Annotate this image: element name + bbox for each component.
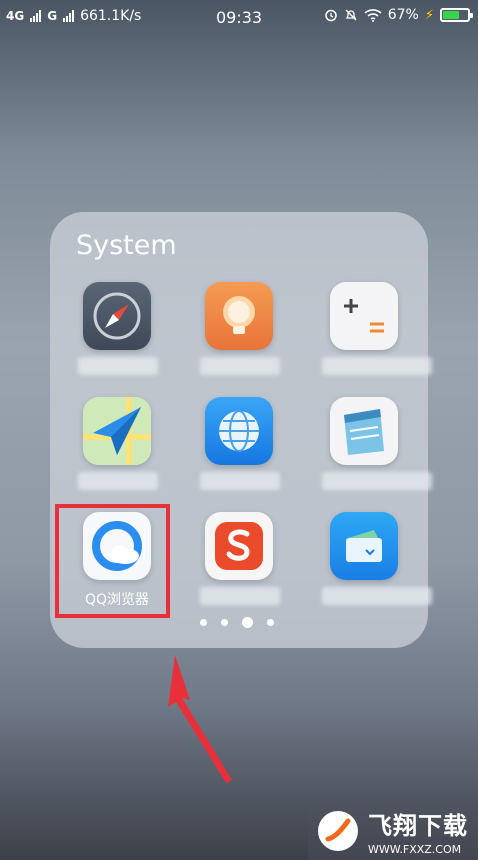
page-dot[interactable] (221, 619, 228, 626)
page-dot-active[interactable] (242, 617, 253, 628)
maps-icon[interactable] (83, 397, 151, 465)
watermark-text: 飞翔下载 (368, 812, 468, 840)
battery-percent: 67% (387, 7, 419, 23)
app-label-blurred (78, 357, 158, 375)
app-label-blurred (78, 472, 158, 490)
page-indicator[interactable] (200, 617, 274, 628)
mute-bell-icon (345, 9, 357, 21)
page-dot[interactable] (267, 619, 274, 626)
app-label-blurred (200, 357, 280, 375)
app-label-blurred (322, 587, 432, 605)
notepad-icon[interactable] (330, 397, 398, 465)
calculator-icon[interactable] (330, 282, 398, 350)
app-label-blurred (322, 357, 432, 375)
browser-globe-icon[interactable] (205, 397, 273, 465)
watermark: 飞翔下载 WWW.FXXZ.COM (308, 802, 478, 860)
alarm-icon (324, 9, 337, 22)
lightbulb-icon[interactable] (205, 282, 273, 350)
watermark-logo-icon (318, 811, 358, 851)
folder-title: System (76, 230, 177, 261)
charging-icon: ⚡ (424, 7, 434, 23)
app-label-blurred (322, 472, 432, 490)
status-bar: 4G G 661.1K/s 09:33 67% ⚡ (0, 0, 478, 34)
app-label-blurred (200, 472, 280, 490)
wallet-icon[interactable] (330, 512, 398, 580)
compass-icon[interactable] (83, 282, 151, 350)
page-dot[interactable] (200, 619, 207, 626)
battery-icon (440, 8, 473, 22)
highlight-box (55, 504, 170, 618)
app-label-blurred (200, 587, 280, 605)
watermark-url: WWW.FXXZ.COM (368, 843, 462, 856)
status-right: 67% ⚡ (324, 7, 473, 23)
wifi-icon (364, 9, 382, 22)
sogou-icon[interactable] (205, 512, 273, 580)
